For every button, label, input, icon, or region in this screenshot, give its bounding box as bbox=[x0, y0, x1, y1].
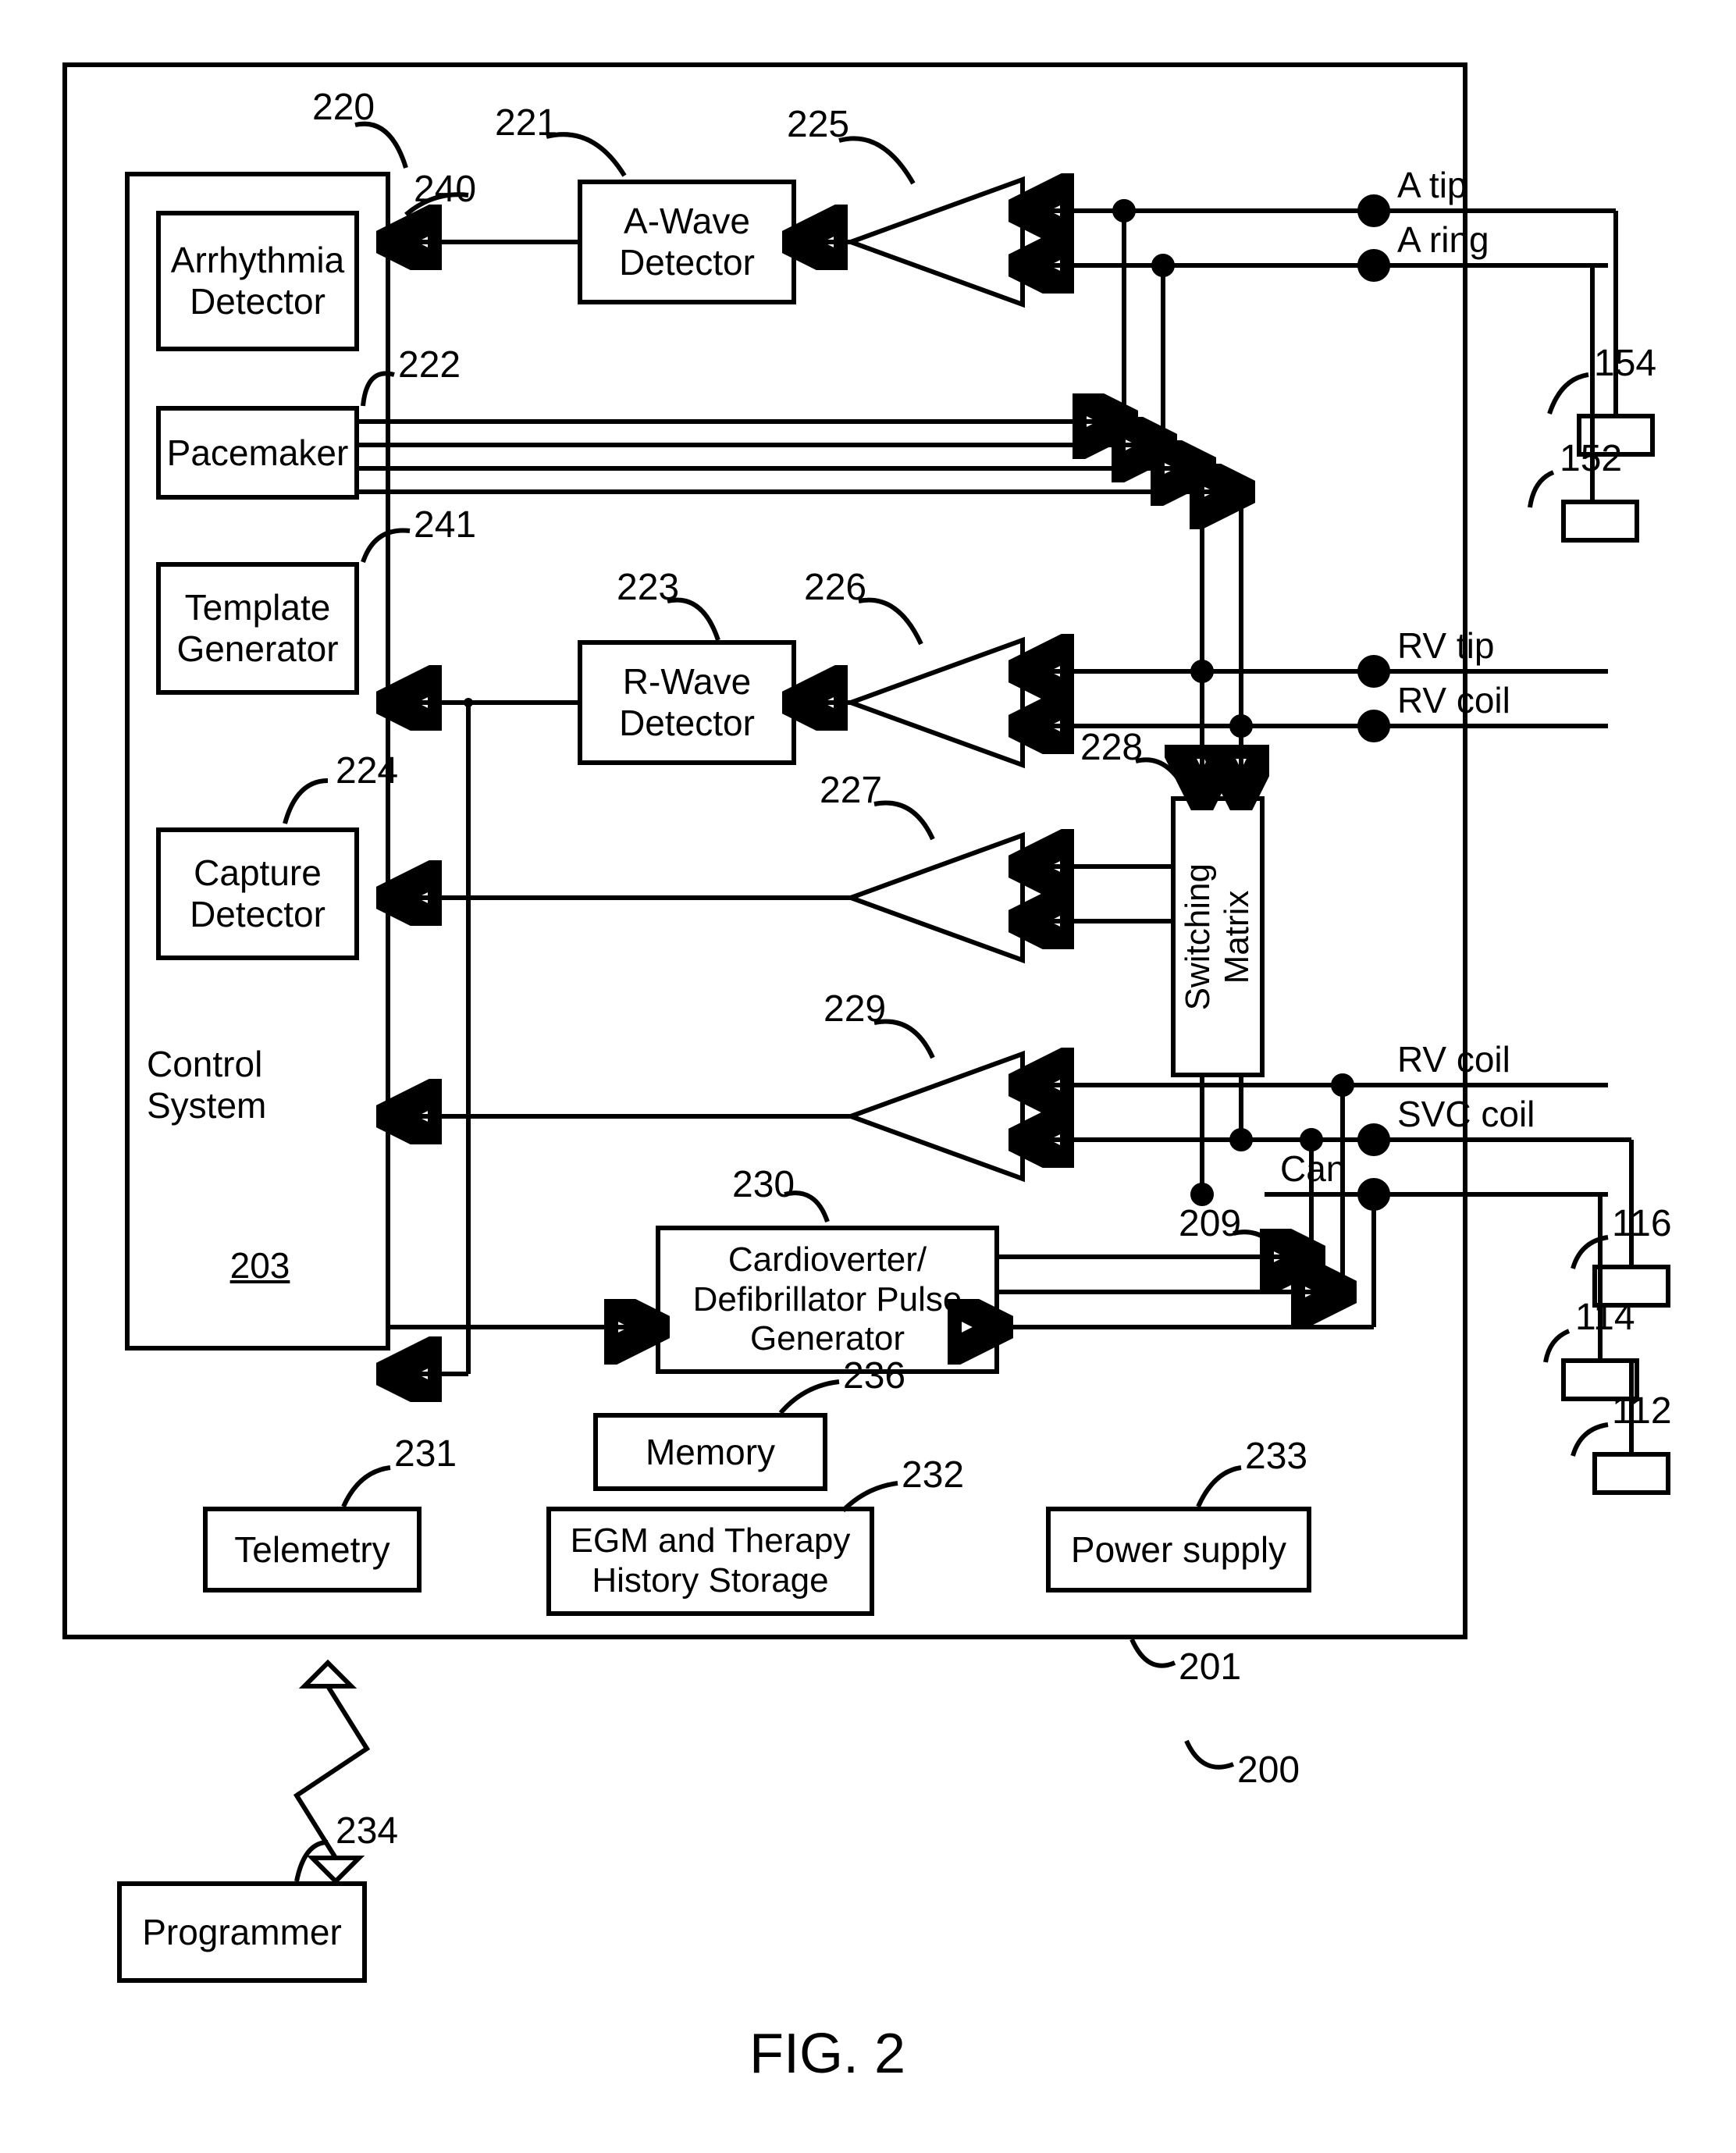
capture-detector: Capture Detector bbox=[156, 827, 359, 960]
pacemaker-label: Pacemaker bbox=[162, 428, 354, 479]
switching-label: Switching Matrix bbox=[1179, 863, 1257, 1010]
memory-label: Memory bbox=[641, 1427, 780, 1478]
ref-229: 229 bbox=[824, 988, 886, 1030]
ref-152: 152 bbox=[1560, 437, 1622, 480]
ext-block-112 bbox=[1592, 1452, 1670, 1495]
programmer-block: Programmer bbox=[117, 1881, 367, 1983]
ref-234: 234 bbox=[336, 1810, 398, 1852]
ref-112: 112 bbox=[1612, 1390, 1672, 1432]
terminal-a-ring: A ring bbox=[1397, 219, 1489, 261]
ref-224: 224 bbox=[336, 749, 398, 792]
programmer-label: Programmer bbox=[137, 1907, 347, 1958]
control-system-ref: 203 bbox=[230, 1245, 290, 1286]
ref-232: 232 bbox=[902, 1454, 964, 1496]
ref-230: 230 bbox=[732, 1163, 795, 1206]
ref-233: 233 bbox=[1245, 1435, 1307, 1478]
ref-220: 220 bbox=[312, 86, 375, 129]
switching-matrix: Switching Matrix bbox=[1171, 796, 1265, 1077]
telemetry-block: Telemetry bbox=[203, 1507, 422, 1593]
ref-226: 226 bbox=[804, 566, 866, 609]
memory-block: Memory bbox=[593, 1413, 827, 1491]
r-wave-detector: R-Wave Detector bbox=[578, 640, 796, 765]
pacemaker-block: Pacemaker bbox=[156, 406, 359, 500]
template-generator: Template Generator bbox=[156, 562, 359, 695]
ref-154: 154 bbox=[1594, 342, 1656, 385]
power-supply-block: Power supply bbox=[1046, 1507, 1311, 1593]
ref-201: 201 bbox=[1179, 1646, 1241, 1689]
ref-240: 240 bbox=[414, 168, 476, 211]
arrhythmia-label: Arrhythmia Detector bbox=[166, 235, 349, 327]
cardio-label: Cardioverter/ Defibrillator Pulse Genera… bbox=[688, 1236, 967, 1364]
terminal-svc-coil: SVC coil bbox=[1397, 1093, 1535, 1135]
awave-label: A-Wave Detector bbox=[614, 196, 760, 288]
ref-241: 241 bbox=[414, 504, 476, 546]
terminal-can: Can bbox=[1280, 1148, 1346, 1190]
cardioverter-defib: Cardioverter/ Defibrillator Pulse Genera… bbox=[656, 1226, 999, 1374]
ref-209: 209 bbox=[1179, 1202, 1241, 1245]
egm-label: EGM and Therapy History Storage bbox=[566, 1517, 856, 1605]
rwave-label: R-Wave Detector bbox=[614, 657, 760, 749]
ref-236: 236 bbox=[843, 1354, 905, 1397]
control-system-label: Control System bbox=[147, 1044, 266, 1126]
ref-231: 231 bbox=[394, 1432, 457, 1475]
power-label: Power supply bbox=[1066, 1525, 1291, 1575]
ref-200: 200 bbox=[1237, 1749, 1300, 1792]
ref-225: 225 bbox=[787, 103, 849, 146]
terminal-a-tip: A tip bbox=[1397, 164, 1467, 206]
arrhythmia-detector: Arrhythmia Detector bbox=[156, 211, 359, 351]
template-label: Template Generator bbox=[172, 582, 343, 674]
ref-221: 221 bbox=[495, 101, 557, 144]
ref-114: 114 bbox=[1575, 1296, 1635, 1339]
ref-222: 222 bbox=[398, 343, 461, 386]
figure-label: FIG. 2 bbox=[749, 2022, 905, 2086]
ref-116: 116 bbox=[1612, 1202, 1672, 1245]
capture-label: Capture Detector bbox=[185, 848, 330, 940]
terminal-rv-coil-bot: RV coil bbox=[1397, 1038, 1510, 1080]
telemetry-label: Telemetry bbox=[229, 1525, 394, 1575]
a-wave-detector: A-Wave Detector bbox=[578, 180, 796, 304]
terminal-rv-tip: RV tip bbox=[1397, 625, 1494, 667]
ext-block-152 bbox=[1561, 500, 1639, 543]
ref-228: 228 bbox=[1080, 726, 1143, 769]
terminal-rv-coil-top: RV coil bbox=[1397, 679, 1510, 721]
ref-223: 223 bbox=[617, 566, 679, 609]
diagram-canvas: Control System 203 Arrhythmia Detector P… bbox=[0, 0, 1736, 2153]
egm-block: EGM and Therapy History Storage bbox=[546, 1507, 874, 1616]
ref-227: 227 bbox=[820, 769, 882, 812]
